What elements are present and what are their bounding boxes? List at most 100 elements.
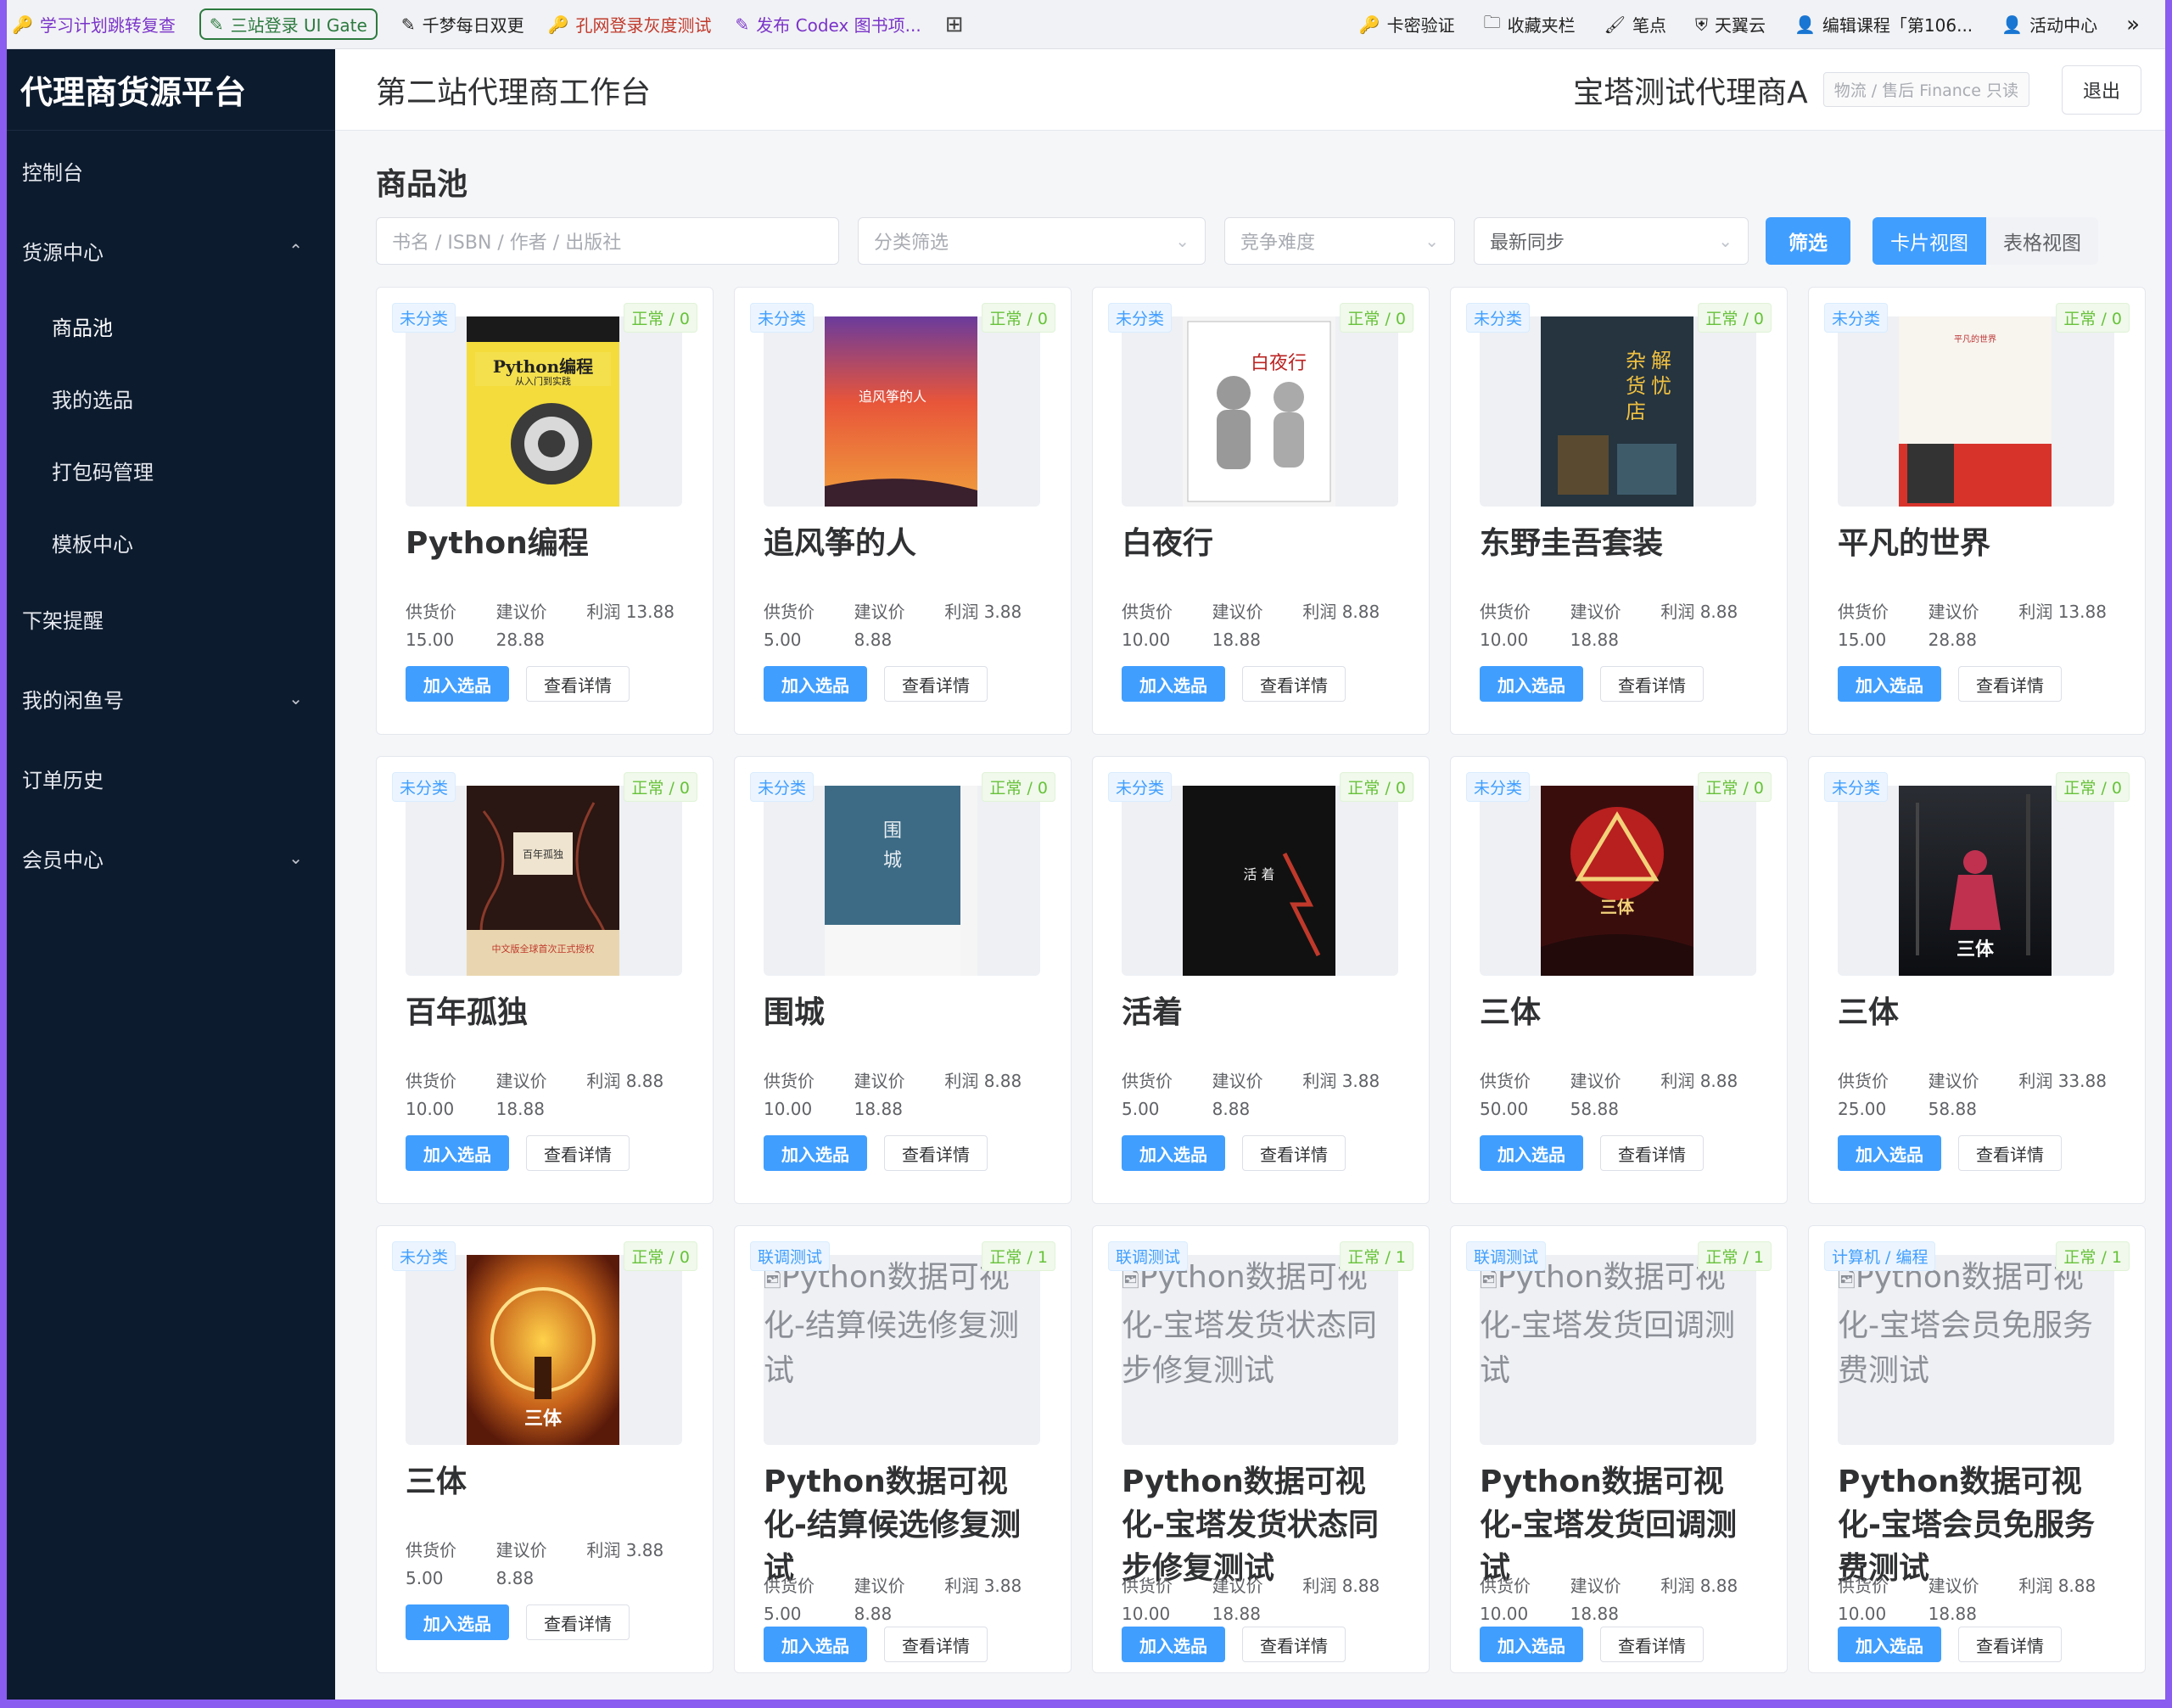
broken-image-icon: 🖻: [1480, 1268, 1497, 1293]
view-detail-button[interactable]: 查看详情: [1600, 1135, 1704, 1171]
price-info: 供货价 10.00 建议价 18.88 利润 8.88: [1122, 598, 1393, 650]
book-cover-image[interactable]: 活 着: [1122, 786, 1398, 976]
product-name[interactable]: 活着: [1122, 991, 1405, 1034]
sidebar-subitem[interactable]: 模板中心: [7, 507, 335, 579]
book-cover-image[interactable]: 围城: [764, 786, 1040, 976]
filter-button[interactable]: 筛选: [1766, 217, 1850, 265]
more-bookmarks-icon[interactable]: »: [2126, 10, 2140, 39]
sidebar-item[interactable]: 订单历史: [7, 738, 335, 818]
add-to-selection-button[interactable]: 加入选品: [764, 666, 867, 702]
book-cover-image[interactable]: 解忧杂货店: [1480, 316, 1756, 507]
product-name[interactable]: 三体: [1838, 991, 2121, 1034]
view-detail-button[interactable]: 查看详情: [526, 1135, 630, 1171]
sidebar-item[interactable]: 货源中心 ⌃: [7, 210, 335, 290]
bookmark-item[interactable]: 👤 活动中心: [2001, 10, 2097, 39]
product-name[interactable]: 白夜行: [1122, 522, 1405, 565]
add-to-selection-button[interactable]: 加入选品: [1480, 1135, 1583, 1171]
sidebar-subitem[interactable]: 我的选品: [7, 362, 335, 434]
book-cover-image[interactable]: 平凡的世界: [1838, 316, 2114, 507]
view-detail-button[interactable]: 查看详情: [884, 1627, 988, 1662]
sidebar-item[interactable]: 我的闲鱼号 ⌄: [7, 658, 335, 738]
chevron-down-icon: ⌄: [288, 848, 303, 868]
book-cover-image[interactable]: 🖻Python数据可视化-结算候选修复测试: [764, 1255, 1040, 1445]
view-detail-button[interactable]: 查看详情: [1242, 1135, 1346, 1171]
sidebar-item[interactable]: 会员中心 ⌄: [7, 818, 335, 898]
bookmark-item[interactable]: ✎ 三站登录 UI Gate: [199, 8, 378, 40]
add-to-selection-button[interactable]: 加入选品: [764, 1135, 867, 1171]
product-name[interactable]: Python编程: [406, 522, 689, 565]
product-name[interactable]: 东野圭吾套装: [1480, 522, 1763, 565]
view-detail-button[interactable]: 查看详情: [1242, 1627, 1346, 1662]
product-name[interactable]: Python数据可视化-宝塔发货回调测试: [1480, 1460, 1763, 1590]
sidebar-subitem[interactable]: 打包码管理: [7, 434, 335, 507]
bookmark-item[interactable]: ✎ 发布 Codex 图书项...: [736, 12, 921, 36]
book-cover-image[interactable]: 🖻Python数据可视化-宝塔会员免服务费测试: [1838, 1255, 2114, 1445]
book-cover-image[interactable]: 三体: [406, 1255, 682, 1445]
logout-button[interactable]: 退出: [2061, 64, 2141, 115]
add-to-selection-button[interactable]: 加入选品: [406, 1604, 509, 1640]
add-to-selection-button[interactable]: 加入选品: [1122, 1627, 1225, 1662]
table-view-tab[interactable]: 表格视图: [1986, 217, 2098, 265]
bookmark-item[interactable]: 🗀 收藏夹栏: [1484, 10, 1576, 39]
add-to-selection-button[interactable]: 加入选品: [1838, 666, 1941, 702]
category-tag: 未分类: [1824, 303, 1889, 333]
product-name[interactable]: Python数据可视化-宝塔发货状态同步修复测试: [1122, 1460, 1405, 1590]
card-view-tab[interactable]: 卡片视图: [1873, 217, 1986, 265]
book-cover-image[interactable]: 🖻Python数据可视化-宝塔发货回调测试: [1480, 1255, 1756, 1445]
price-info: 供货价 25.00 建议价 58.88 利润 33.88: [1838, 1067, 2109, 1119]
book-cover-image[interactable]: 百年孤独 中文版全球首次正式授权: [406, 786, 682, 976]
product-name[interactable]: 追风筝的人: [764, 522, 1047, 565]
add-to-selection-button[interactable]: 加入选品: [1838, 1627, 1941, 1662]
view-detail-button[interactable]: 查看详情: [526, 1604, 630, 1640]
bookmark-item[interactable]: 🔑 孔网登录灰度测试: [548, 12, 712, 36]
book-cover-image[interactable]: 三体: [1838, 786, 2114, 976]
book-cover-image[interactable]: 追风筝的人: [764, 316, 1040, 507]
category-select[interactable]: 分类筛选 ⌄: [858, 217, 1206, 265]
bookmark-item[interactable]: ⛨ 天翼云: [1695, 10, 1766, 39]
sidebar-item[interactable]: 控制台: [7, 131, 335, 210]
add-to-selection-button[interactable]: 加入选品: [1480, 1627, 1583, 1662]
bookmark-item[interactable]: 🔑 卡密验证: [1359, 10, 1455, 39]
profit-value: 3.88: [1341, 1071, 1380, 1091]
add-to-selection-button[interactable]: 加入选品: [1480, 666, 1583, 702]
book-cover-image[interactable]: 🖻Python数据可视化-宝塔发货状态同步修复测试: [1122, 1255, 1398, 1445]
sidebar-subitem[interactable]: 商品池: [7, 290, 335, 362]
book-cover-image[interactable]: 三体: [1480, 786, 1756, 976]
difficulty-select[interactable]: 竞争难度 ⌄: [1224, 217, 1455, 265]
profit-label: 利润: [586, 602, 621, 622]
product-name[interactable]: Python数据可视化-宝塔会员免服务费测试: [1838, 1460, 2121, 1590]
product-name[interactable]: 百年孤独: [406, 991, 689, 1034]
add-to-selection-button[interactable]: 加入选品: [1122, 1135, 1225, 1171]
sidebar-item[interactable]: 下架提醒: [7, 579, 335, 658]
add-to-selection-button[interactable]: 加入选品: [1122, 666, 1225, 702]
product-name[interactable]: 平凡的世界: [1838, 522, 2121, 565]
book-cover-image[interactable]: Python编程 从入门到实践: [406, 316, 682, 507]
status-tag: 正常 / 0: [624, 1241, 697, 1271]
add-to-selection-button[interactable]: 加入选品: [406, 666, 509, 702]
bookmark-item[interactable]: ✎ 千梦每日双更: [401, 12, 524, 36]
bookmark-item[interactable]: 🖌 笔点: [1604, 10, 1666, 39]
view-detail-button[interactable]: 查看详情: [1600, 666, 1704, 702]
view-detail-button[interactable]: 查看详情: [526, 666, 630, 702]
add-to-selection-button[interactable]: 加入选品: [406, 1135, 509, 1171]
add-to-selection-button[interactable]: 加入选品: [1838, 1135, 1941, 1171]
sort-select[interactable]: 最新同步 ⌄: [1474, 217, 1749, 265]
add-to-selection-button[interactable]: 加入选品: [764, 1627, 867, 1662]
search-input[interactable]: 书名 / ISBN / 作者 / 出版社: [376, 217, 839, 265]
view-detail-button[interactable]: 查看详情: [1958, 1627, 2062, 1662]
view-detail-button[interactable]: 查看详情: [1600, 1627, 1704, 1662]
product-name[interactable]: 围城: [764, 991, 1047, 1034]
view-detail-button[interactable]: 查看详情: [1242, 666, 1346, 702]
apps-grid-icon[interactable]: ⊞: [945, 12, 964, 37]
product-name[interactable]: 三体: [1480, 991, 1763, 1034]
suggest-price-value: 18.88: [1570, 1604, 1619, 1624]
view-detail-button[interactable]: 查看详情: [1958, 666, 2062, 702]
book-cover-image[interactable]: 白夜行: [1122, 316, 1398, 507]
bookmark-item[interactable]: 🔑 学习计划跳转复查: [12, 12, 176, 36]
product-name[interactable]: Python数据可视化-结算候选修复测试: [764, 1460, 1047, 1590]
view-detail-button[interactable]: 查看详情: [884, 666, 988, 702]
view-detail-button[interactable]: 查看详情: [1958, 1135, 2062, 1171]
bookmark-item[interactable]: 👤 编辑课程「第106...: [1794, 10, 1973, 39]
view-detail-button[interactable]: 查看详情: [884, 1135, 988, 1171]
product-name[interactable]: 三体: [406, 1460, 689, 1504]
